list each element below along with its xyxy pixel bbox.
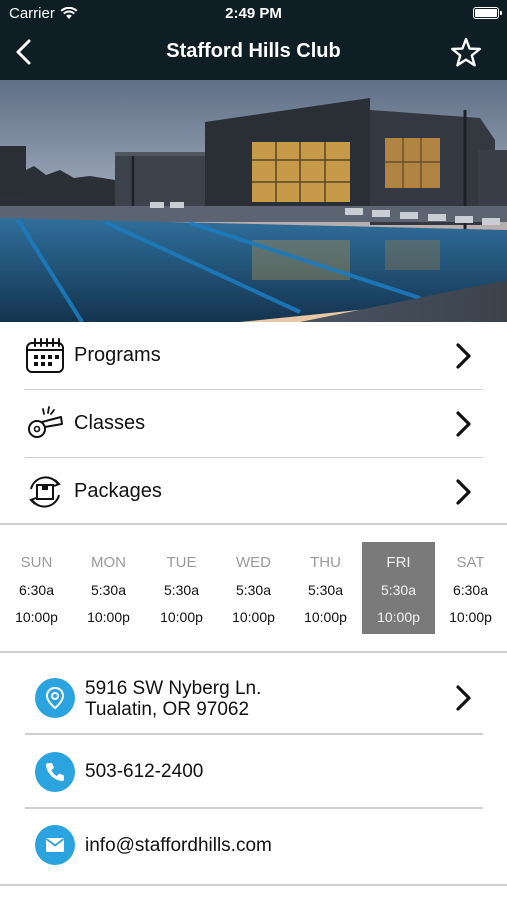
phone-number: 503-612-2400 bbox=[85, 761, 204, 782]
open-time: 5:30a bbox=[235, 582, 272, 598]
menu-item-packages[interactable]: Packages bbox=[25, 458, 483, 525]
close-time: 10:00p bbox=[449, 609, 492, 625]
open-time: 5:30a bbox=[380, 582, 417, 598]
menu-label-classes: Classes bbox=[74, 412, 146, 434]
calendar-grid-icon bbox=[26, 338, 64, 373]
status-bar: Carrier 2:49 PM bbox=[0, 0, 507, 28]
battery-icon bbox=[473, 7, 502, 19]
day-name: MON bbox=[91, 554, 126, 571]
day-name: SUN bbox=[20, 554, 53, 571]
chevron-right-icon bbox=[456, 411, 471, 437]
open-time: 6:30a bbox=[18, 582, 55, 598]
close-time: 10:00p bbox=[160, 609, 203, 625]
address-text: 5916 SW Nyberg Ln. Tualatin, OR 97062 bbox=[85, 678, 261, 720]
location-pin-icon bbox=[35, 678, 75, 718]
chevron-right-icon bbox=[456, 343, 471, 369]
divider bbox=[0, 651, 507, 653]
email-row[interactable]: info@staffordhills.com bbox=[25, 809, 483, 881]
address-line-1: 5916 SW Nyberg Ln. bbox=[85, 678, 262, 699]
day-name: TUE bbox=[166, 554, 197, 571]
hours-day-thu: THU 5:30a 10:00p bbox=[289, 542, 362, 634]
menu-item-classes[interactable]: Classes bbox=[25, 390, 483, 458]
close-time: 10:00p bbox=[87, 609, 130, 625]
open-time: 6:30a bbox=[452, 582, 489, 598]
close-time: 10:00p bbox=[304, 609, 347, 625]
club-photo bbox=[0, 80, 507, 322]
navigation-bar: Carrier 2:49 PM Stafford Hills Club bbox=[0, 0, 507, 80]
menu-label-programs: Programs bbox=[74, 344, 161, 366]
status-time: 2:49 PM bbox=[225, 5, 282, 22]
hours-day-tue: TUE 5:30a 10:00p bbox=[145, 542, 218, 634]
phone-icon bbox=[35, 752, 75, 792]
menu-label-packages: Packages bbox=[74, 480, 162, 502]
hours-day-fri: FRI 5:30a 10:00p bbox=[362, 542, 435, 634]
hours-day-wed: WED 5:30a 10:00p bbox=[217, 542, 290, 634]
open-time: 5:30a bbox=[307, 582, 344, 598]
email-address: info@staffordhills.com bbox=[85, 835, 272, 856]
package-cycle-icon bbox=[29, 476, 61, 508]
close-time: 10:00p bbox=[232, 609, 275, 625]
star-outline-icon[interactable] bbox=[449, 36, 483, 70]
day-name: FRI bbox=[386, 554, 411, 571]
hours-day-sun: SUN 6:30a 10:00p bbox=[0, 542, 73, 634]
mail-icon bbox=[35, 825, 75, 865]
close-time: 10:00p bbox=[377, 609, 420, 625]
chevron-right-icon bbox=[456, 685, 471, 711]
open-time: 5:30a bbox=[90, 582, 127, 598]
hours-table: SUN 6:30a 10:00p MON 5:30a 10:00p TUE 5:… bbox=[0, 542, 507, 634]
hours-day-sat: SAT 6:30a 10:00p bbox=[434, 542, 507, 634]
day-name: WED bbox=[236, 554, 271, 571]
divider bbox=[0, 884, 507, 886]
menu-item-programs[interactable]: Programs bbox=[25, 322, 483, 390]
whistle-icon bbox=[28, 406, 63, 438]
open-time: 5:30a bbox=[163, 582, 200, 598]
address-line-2: Tualatin, OR 97062 bbox=[85, 699, 250, 720]
divider bbox=[0, 523, 507, 525]
address-row[interactable]: 5916 SW Nyberg Ln. Tualatin, OR 97062 bbox=[25, 665, 483, 730]
page-title: Stafford Hills Club bbox=[166, 40, 341, 62]
chevron-right-icon bbox=[456, 479, 471, 505]
club-menu: Programs Classes Packages bbox=[0, 322, 507, 525]
hours-day-mon: MON 5:30a 10:00p bbox=[72, 542, 145, 634]
day-name: THU bbox=[310, 554, 341, 571]
close-time: 10:00p bbox=[15, 609, 58, 625]
phone-row[interactable]: 503-612-2400 bbox=[25, 735, 483, 807]
day-name: SAT bbox=[456, 554, 485, 571]
